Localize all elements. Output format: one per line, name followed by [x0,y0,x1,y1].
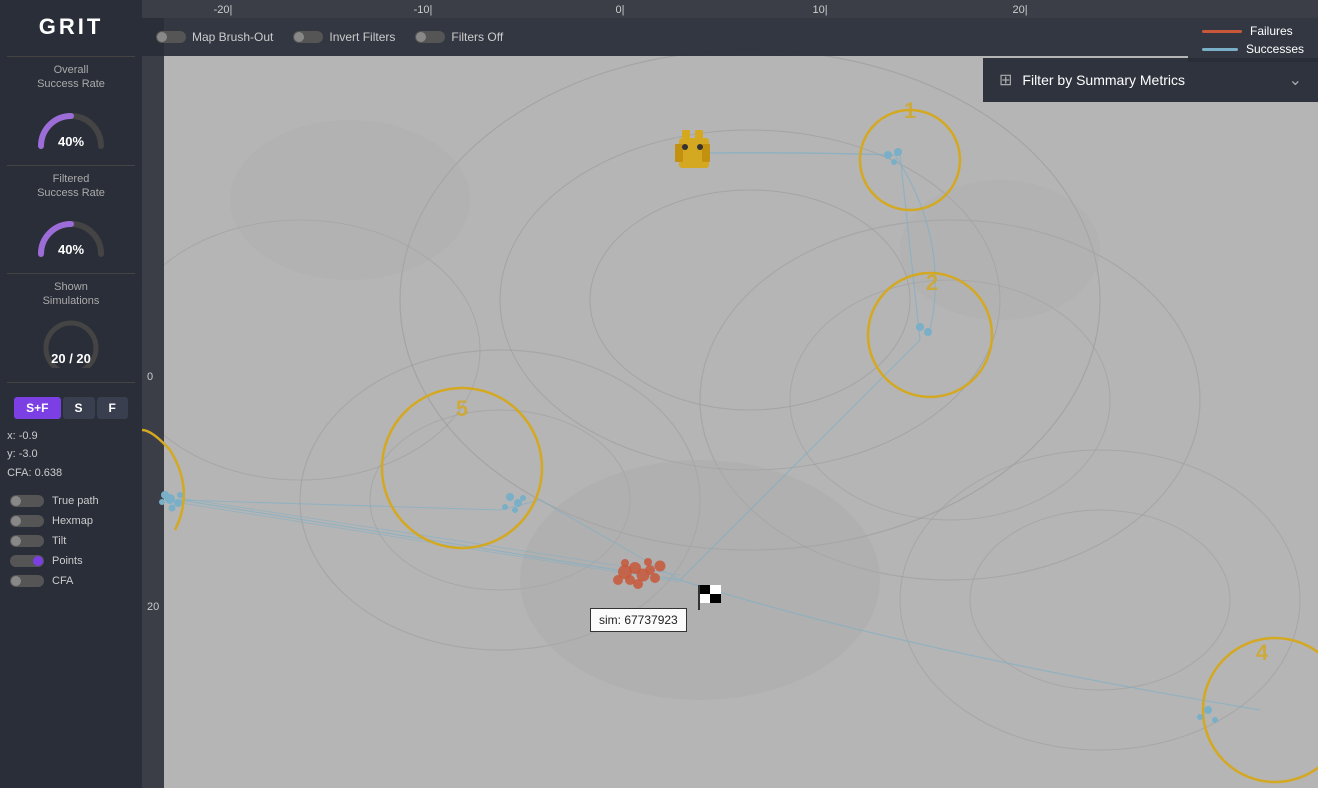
legend-true-path: True path [10,495,132,507]
filtered-success-rate-block: FilteredSuccess Rate 40% [0,172,142,260]
successes-label: Successes [1246,42,1304,56]
svg-text:1: 1 [904,98,916,123]
controls-bar: Map Brush-Out Invert Filters Filters Off [142,18,1188,56]
filters-off-switch[interactable] [415,31,445,43]
sidebar: GRIT OverallSuccess Rate 40% FilteredSuc… [0,0,142,788]
points-knob [33,556,43,566]
sim-tooltip: sim: 67737923 [590,608,687,632]
true-path-label: True path [52,495,99,507]
overall-success-rate-label: OverallSuccess Rate [37,63,105,92]
svg-text:20|: 20| [1012,4,1027,16]
map-brush-out-switch[interactable] [156,31,186,43]
top-right-legend: Failures Successes [1188,18,1318,62]
true-path-knob [11,496,21,506]
svg-text:2: 2 [926,270,938,295]
svg-text:5: 5 [456,396,468,421]
cfa-toggle[interactable] [10,575,44,587]
legend-tilt: Tilt [10,535,132,547]
coordinates-readout: x: -0.9 y: -3.0 CFA: 0.638 [7,427,135,483]
filter-metrics-button[interactable]: ⊞ Filter by Summary Metrics ⌄ [983,58,1318,102]
legend-cfa: CFA [10,575,132,587]
divider-2 [7,165,135,166]
invert-filters-knob [294,32,304,42]
shown-simulations-gauge: 20 / 20 [31,313,111,368]
legend-failures: Failures [1202,24,1304,38]
divider-1 [7,56,135,57]
svg-text:-10|: -10| [414,4,433,16]
filter-btn-s[interactable]: S [63,397,95,419]
divider-4 [7,382,135,383]
overall-success-rate-gauge: 40% [31,96,111,151]
filters-off-label: Filters Off [451,30,503,44]
map-brush-out-toggle[interactable]: Map Brush-Out [156,30,273,44]
coord-x: x: -0.9 [7,427,135,446]
svg-text:10|: 10| [812,4,827,16]
filters-off-toggle[interactable]: Filters Off [415,30,503,44]
coord-cfa: CFA: 0.638 [7,464,135,483]
chevron-down-icon: ⌄ [1289,70,1302,90]
invert-filters-switch[interactable] [293,31,323,43]
tilt-toggle[interactable] [10,535,44,547]
overall-success-rate-value: 40% [58,134,84,149]
hexmap-label: Hexmap [52,515,93,527]
cfa-label: CFA [52,575,73,587]
overall-success-rate-block: OverallSuccess Rate 40% [0,63,142,151]
failures-label: Failures [1250,24,1293,38]
invert-filters-toggle[interactable]: Invert Filters [293,30,395,44]
map-brush-out-label: Map Brush-Out [192,30,273,44]
filtered-success-rate-label: FilteredSuccess Rate [37,172,105,201]
svg-text:20: 20 [147,601,159,613]
filtered-success-rate-gauge: 40% [31,204,111,259]
map-brush-out-knob [157,32,167,42]
points-toggle[interactable] [10,555,44,567]
filter-button-group: S+F S F [16,397,126,419]
divider-3 [7,273,135,274]
filter-btn-sf[interactable]: S+F [14,397,60,419]
invert-filters-label: Invert Filters [329,30,395,44]
filtered-success-rate-value: 40% [58,242,84,257]
failures-line [1202,30,1242,33]
shown-simulations-block: ShownSimulations 20 / 20 [0,280,142,368]
svg-text:0: 0 [147,371,153,383]
legend-points: Points [10,555,132,567]
true-path-toggle[interactable] [10,495,44,507]
legend-section: True path Hexmap Tilt Points CFA [0,495,142,595]
svg-text:0|: 0| [616,4,625,16]
points-label: Points [52,555,83,567]
hexmap-toggle[interactable] [10,515,44,527]
filter-btn-f[interactable]: F [97,397,128,419]
shown-simulations-value: 20 / 20 [51,351,91,366]
tilt-label: Tilt [52,535,66,547]
tilt-knob [11,536,21,546]
bar-chart-icon: ⊞ [999,70,1012,90]
coord-y: y: -3.0 [7,445,135,464]
app-title: GRIT [39,14,104,40]
legend-successes: Successes [1202,42,1304,56]
cfa-knob [11,576,21,586]
shown-simulations-label: ShownSimulations [43,280,100,309]
filter-metrics-label: Filter by Summary Metrics [1022,72,1185,88]
filters-off-knob [416,32,426,42]
hexmap-knob [11,516,21,526]
sim-tooltip-text: sim: 67737923 [599,613,678,627]
legend-hexmap: Hexmap [10,515,132,527]
successes-line [1202,48,1238,51]
svg-text:4: 4 [1256,640,1269,665]
svg-text:-20|: -20| [214,4,233,16]
